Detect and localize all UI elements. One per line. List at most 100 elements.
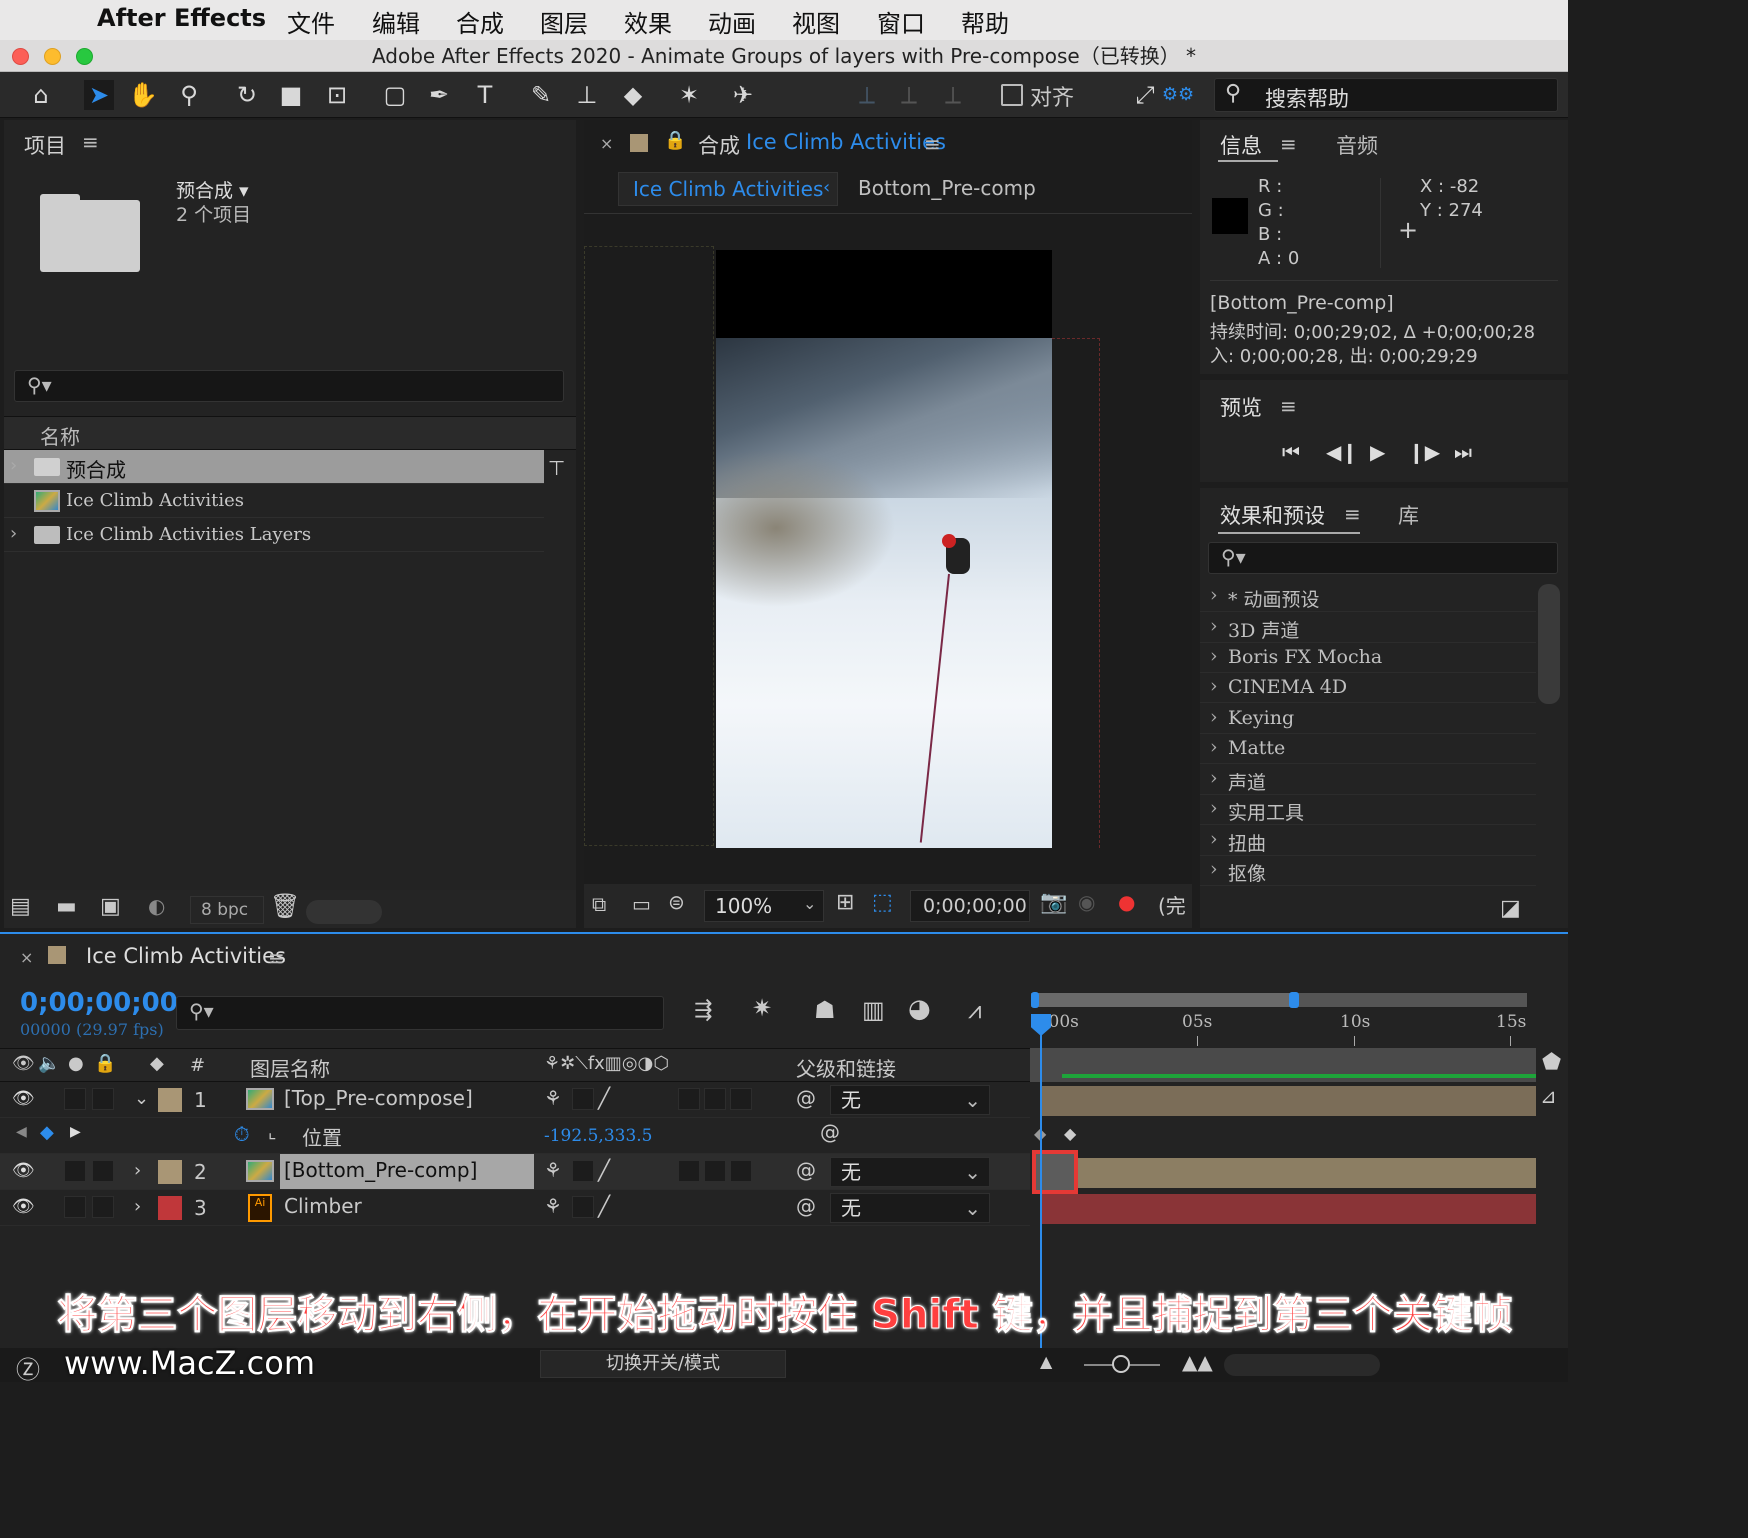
solo-switch[interactable] [64, 1088, 86, 1110]
collapse-switch[interactable] [572, 1160, 594, 1182]
effects-search-input[interactable]: ⚲▾ [1208, 542, 1558, 574]
app-menu[interactable]: After Effects [97, 4, 266, 32]
thumbnail-slider[interactable] [306, 900, 382, 924]
menu-composition[interactable]: 合成 [456, 4, 504, 39]
motion-blur-switch[interactable] [730, 1160, 752, 1182]
always-preview-icon[interactable]: ⧉ [592, 892, 606, 916]
channel-rgb-icon[interactable]: ● [1118, 890, 1135, 914]
new-composition-icon[interactable]: ▣ [100, 894, 121, 919]
timeline-zoom-thumb[interactable] [1112, 1355, 1130, 1373]
monitor-icon[interactable]: ▭ [632, 892, 651, 916]
effects-scrollbar[interactable] [1538, 584, 1560, 704]
effect-category[interactable]: › Keying [1200, 704, 1536, 734]
flowchart-icon[interactable]: ⊤ [548, 456, 565, 480]
layer-bar-3[interactable] [1040, 1194, 1536, 1224]
timeline-horizontal-scrollbar[interactable] [1224, 1354, 1380, 1376]
eraser-tool-icon[interactable]: ◆ [618, 80, 648, 110]
zoom-window-button[interactable] [76, 48, 93, 65]
stopwatch-icon[interactable]: ⏱ [234, 1122, 250, 1146]
column-name[interactable]: 名称 [40, 421, 80, 450]
menu-edit[interactable]: 编辑 [372, 4, 420, 39]
comp-menu-icon[interactable]: ≡ [924, 132, 941, 156]
effect-category[interactable]: › Matte [1200, 734, 1536, 764]
menu-animation[interactable]: 动画 [708, 4, 756, 39]
zoom-tool-icon[interactable]: ⚲ [174, 80, 204, 110]
first-frame-icon[interactable]: ⏮ [1282, 440, 1300, 464]
comp-marker-bin-icon[interactable]: ⬟ [1542, 1050, 1561, 1075]
graph-editor-icon[interactable]: ⩘ [968, 996, 982, 1024]
region-of-interest-icon[interactable]: ⊞ [836, 890, 854, 915]
effect-switch[interactable] [678, 1088, 700, 1110]
keyframe-icon[interactable]: ◆ [1064, 1124, 1076, 1143]
chevron-right-icon[interactable]: › [134, 1196, 141, 1217]
menu-help[interactable]: 帮助 [961, 4, 1009, 39]
new-item-icon[interactable]: ◪ [1500, 896, 1521, 921]
mask-visibility-icon[interactable]: ⊜ [668, 890, 685, 914]
property-row-position[interactable]: ◀ ◆ ▶ ⏱ ⌞ 位置 -192.5,333.5 @ [0, 1118, 1030, 1154]
snap-checkbox[interactable] [1001, 84, 1023, 106]
effect-category[interactable]: › Boris FX Mocha [1200, 643, 1536, 673]
workspace-expand-icon[interactable]: ⤢ [1130, 80, 1160, 110]
effects-menu-icon[interactable]: ≡ [1344, 502, 1361, 526]
axis-world-icon[interactable]: ⟂ [894, 80, 924, 110]
project-search-input[interactable]: ⚲▾ [14, 370, 564, 402]
zoom-select[interactable]: 100% ⌄ [704, 890, 824, 922]
effect-switch[interactable] [678, 1160, 700, 1182]
lock-switch[interactable] [92, 1196, 114, 1218]
shy-switch-icon[interactable]: ⚘ [544, 1194, 562, 1218]
project-menu-icon[interactable]: ≡ [82, 130, 99, 154]
quality-switch-icon[interactable]: ╱ [598, 1194, 610, 1218]
tab-bottom-pre-comp[interactable]: Bottom_Pre-comp [858, 176, 1036, 200]
frame-blend-switch[interactable] [704, 1160, 726, 1182]
minimize-window-button[interactable] [44, 48, 61, 65]
close-panel-icon[interactable]: × [20, 948, 33, 967]
tab-info[interactable]: 信息 [1220, 130, 1262, 160]
composition-mini-flowchart-icon[interactable]: ⇶ [694, 998, 712, 1023]
tab-effects-presets[interactable]: 效果和预设 [1220, 500, 1325, 530]
eye-icon[interactable]: 👁 [12, 1088, 35, 1109]
comp-button-icon[interactable]: ⊿ [1540, 1084, 1557, 1108]
hand-tool-icon[interactable]: ✋ [128, 80, 158, 110]
collapse-switch[interactable] [572, 1088, 594, 1110]
selection-tool-icon[interactable]: ➤ [84, 80, 114, 110]
parent-select[interactable]: 无 ⌄ [830, 1157, 990, 1187]
menu-effect[interactable]: 效果 [624, 4, 672, 39]
resolution-label[interactable]: (完 [1158, 890, 1186, 919]
chevron-right-icon[interactable]: › [134, 1160, 141, 1181]
home-icon[interactable]: ⌂ [26, 80, 56, 110]
next-frame-icon[interactable]: ❙▶ [1408, 440, 1440, 464]
lock-switch[interactable] [92, 1160, 114, 1182]
timeline-search-input[interactable]: ⚲▾ [176, 996, 664, 1030]
column-parent-link[interactable]: 父级和链接 [796, 1053, 896, 1082]
info-menu-icon[interactable]: ≡ [1280, 132, 1297, 156]
quality-switch-icon[interactable]: ╱ [598, 1086, 610, 1110]
list-item[interactable]: Ice Climb Activities [4, 484, 544, 518]
tab-library[interactable]: 库 [1398, 500, 1419, 530]
new-folder-icon[interactable]: ▬ [56, 894, 77, 919]
layer-row-1[interactable]: 👁 ⌄ 1 [Top_Pre-compose] ⚘ ╱ @ 无 ⌄ [0, 1082, 1030, 1118]
roto-brush-tool-icon[interactable]: ✶ [674, 80, 704, 110]
layer-color-swatch[interactable] [158, 1196, 182, 1220]
menu-layer[interactable]: 图层 [540, 4, 588, 39]
property-value[interactable]: -192.5,333.5 [544, 1126, 652, 1146]
play-icon[interactable]: ▶ [1370, 440, 1385, 464]
effect-category[interactable]: › 实用工具 [1200, 795, 1536, 825]
eye-icon[interactable]: 👁 [12, 1160, 35, 1181]
work-area-end-handle[interactable] [1289, 992, 1299, 1008]
layer-row-2[interactable]: 👁 › 2 [Bottom_Pre-comp] ⚘ ╱ @ 无 ⌄ [0, 1154, 1030, 1190]
graph-icon[interactable]: ⌞ [268, 1122, 276, 1143]
menu-window[interactable]: 窗口 [877, 4, 925, 39]
brush-tool-icon[interactable]: ✎ [526, 80, 556, 110]
transparency-grid-icon[interactable]: ⬚ [872, 890, 893, 915]
pick-whip-icon[interactable]: @ [820, 1120, 840, 1144]
menu-file[interactable]: 文件 [287, 4, 335, 39]
pick-whip-icon[interactable]: @ [796, 1086, 816, 1110]
menu-view[interactable]: 视图 [792, 4, 840, 39]
zoom-out-icon[interactable]: ▲ [1040, 1352, 1052, 1371]
current-time-field[interactable]: 0;00;00;00 [910, 890, 1030, 922]
zoom-in-icon[interactable]: ▲▲ [1182, 1350, 1213, 1374]
rectangle-tool-icon[interactable]: ▢ [380, 80, 410, 110]
effect-category[interactable]: › 声道 [1200, 765, 1536, 795]
trash-icon[interactable]: 🗑 [270, 892, 300, 920]
effect-category[interactable]: › CINEMA 4D [1200, 673, 1536, 703]
